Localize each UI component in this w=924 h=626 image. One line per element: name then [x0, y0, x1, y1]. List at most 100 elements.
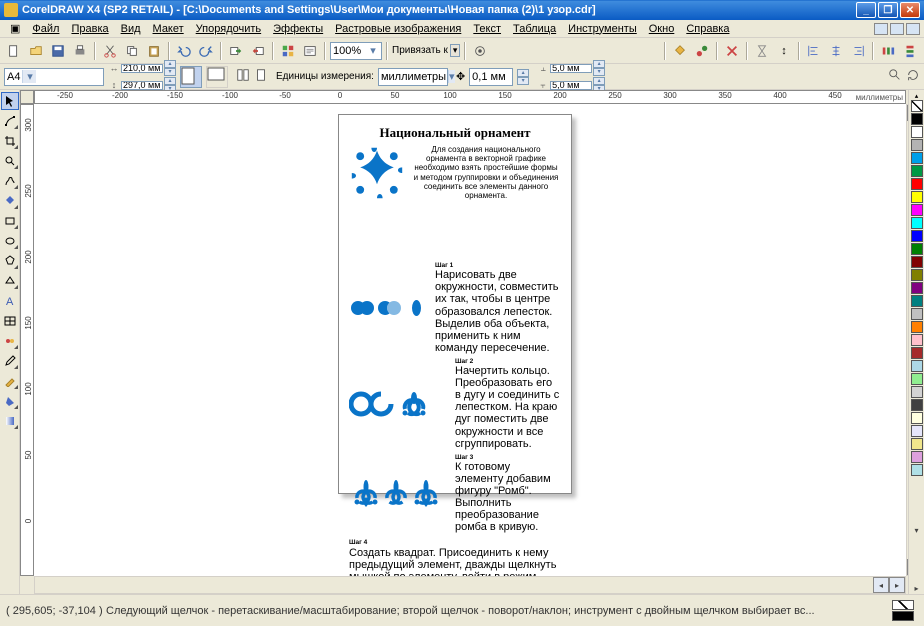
color-swatch[interactable] — [911, 243, 923, 255]
fill-tool[interactable] — [1, 392, 19, 410]
color-swatch[interactable] — [911, 230, 923, 242]
menu-bitmaps[interactable]: Растровые изображения — [329, 22, 467, 36]
palette-down-button[interactable]: ▾ — [911, 526, 923, 536]
shape-tool[interactable] — [1, 112, 19, 130]
hourglass-icon[interactable] — [752, 41, 772, 61]
menu-window[interactable]: Окно — [643, 22, 681, 36]
color-swatch[interactable] — [911, 295, 923, 307]
spin-up[interactable]: ▴ — [593, 77, 605, 85]
search-content-icon[interactable] — [888, 68, 902, 85]
options-button[interactable] — [470, 41, 490, 61]
no-color-swatch[interactable] — [911, 100, 923, 112]
menu-effects[interactable]: Эффекты — [267, 22, 329, 36]
page-width-input[interactable] — [121, 64, 163, 73]
color-swatch[interactable] — [911, 412, 923, 424]
color-swatch[interactable] — [911, 464, 923, 476]
ellipse-tool[interactable] — [1, 232, 19, 250]
menu-layout[interactable]: Макет — [147, 22, 190, 36]
color-swatch[interactable] — [911, 425, 923, 437]
zoom-combo[interactable]: 100%▾ — [330, 42, 382, 60]
cut-button[interactable] — [100, 41, 120, 61]
color-swatch[interactable] — [911, 113, 923, 125]
color-swatch[interactable] — [911, 334, 923, 346]
portrait-button[interactable] — [180, 66, 202, 88]
spin-down[interactable]: ▾ — [517, 77, 529, 85]
close-button[interactable]: ✕ — [900, 2, 920, 18]
undo-button[interactable] — [174, 41, 194, 61]
color-swatch[interactable] — [911, 321, 923, 333]
palette-up-button[interactable]: ▴ — [915, 92, 919, 100]
open-button[interactable] — [26, 41, 46, 61]
dup-y-input[interactable] — [550, 81, 592, 90]
color-swatch[interactable] — [911, 399, 923, 411]
distribute-v-icon[interactable] — [900, 41, 920, 61]
export-button[interactable] — [248, 41, 268, 61]
color-swatch[interactable] — [911, 282, 923, 294]
ruler-corner[interactable] — [20, 90, 34, 104]
color-eyedropper-icon[interactable] — [692, 41, 712, 61]
paper-combo[interactable]: A4▾ — [4, 68, 104, 86]
interactive-blend-tool[interactable] — [1, 332, 19, 350]
menu-arrange[interactable]: Упорядочить — [190, 22, 267, 36]
color-swatch[interactable] — [911, 204, 923, 216]
align-right-icon[interactable] — [848, 41, 868, 61]
pick-tool[interactable] — [1, 92, 19, 110]
save-button[interactable] — [48, 41, 68, 61]
color-swatch[interactable] — [911, 165, 923, 177]
current-outline-swatch[interactable] — [892, 611, 914, 621]
mdi-close-button[interactable] — [906, 23, 920, 35]
color-swatch[interactable] — [911, 191, 923, 203]
import-button[interactable] — [226, 41, 246, 61]
landscape-button[interactable] — [206, 66, 228, 88]
units-combo[interactable]: миллиметры▾ — [378, 68, 448, 86]
snap-dropdown[interactable]: ▾ — [450, 44, 461, 57]
color-swatch[interactable] — [911, 373, 923, 385]
color-swatch[interactable] — [911, 126, 923, 138]
print-button[interactable] — [70, 41, 90, 61]
nudge-input[interactable]: 0,1 мм — [469, 68, 513, 86]
color-swatch[interactable] — [911, 139, 923, 151]
table-tool[interactable] — [1, 312, 19, 330]
outline-tool[interactable] — [1, 372, 19, 390]
document-page[interactable]: Национальный орнамент Для создания нацио… — [338, 114, 572, 494]
fill-outline-indicator[interactable] — [892, 600, 914, 621]
spin-up[interactable]: ▴ — [517, 69, 529, 77]
menu-edit[interactable]: Правка — [65, 22, 114, 36]
color-swatch[interactable] — [911, 386, 923, 398]
dup-x-input[interactable] — [550, 64, 592, 73]
spin-up[interactable]: ▴ — [593, 60, 605, 68]
scroll-left-button[interactable]: ◂ — [873, 577, 889, 593]
app-launcher-button[interactable] — [278, 41, 298, 61]
horizontal-scrollbar[interactable]: ◂ ▸ — [34, 576, 906, 594]
menu-file[interactable]: Файл — [26, 22, 65, 36]
align-center-icon[interactable] — [826, 41, 846, 61]
color-swatch[interactable] — [911, 256, 923, 268]
horizontal-ruler[interactable]: миллиметры -250-200-150-100-500501001502… — [34, 90, 906, 104]
all-pages-icon[interactable] — [236, 68, 250, 85]
crop-tool[interactable] — [1, 132, 19, 150]
canvas[interactable]: Национальный орнамент Для создания нацио… — [34, 104, 906, 576]
color-swatch[interactable] — [911, 308, 923, 320]
menu-help[interactable]: Справка — [680, 22, 735, 36]
vertical-ruler[interactable]: 300250200150100500 — [20, 104, 34, 576]
smart-fill-tool[interactable] — [1, 192, 19, 210]
spin-down[interactable]: ▾ — [593, 68, 605, 76]
color-swatch[interactable] — [911, 347, 923, 359]
color-swatch[interactable] — [911, 451, 923, 463]
current-page-icon[interactable] — [254, 68, 268, 85]
color-swatch[interactable] — [911, 360, 923, 372]
basic-shapes-tool[interactable] — [1, 272, 19, 290]
spin-up[interactable]: ▴ — [164, 77, 176, 85]
page-height-input[interactable] — [121, 81, 163, 90]
palette-flyout-button[interactable]: ▸ — [911, 584, 923, 594]
color-swatch[interactable] — [911, 438, 923, 450]
align-left-icon[interactable] — [804, 41, 824, 61]
copy-button[interactable] — [122, 41, 142, 61]
refresh-icon[interactable] — [906, 68, 920, 85]
color-swatch[interactable] — [911, 178, 923, 190]
menu-text[interactable]: Текст — [467, 22, 507, 36]
new-button[interactable] — [4, 41, 24, 61]
color-swatch[interactable] — [911, 217, 923, 229]
scroll-right-button[interactable]: ▸ — [889, 577, 905, 593]
spin-up[interactable]: ▴ — [164, 60, 176, 68]
